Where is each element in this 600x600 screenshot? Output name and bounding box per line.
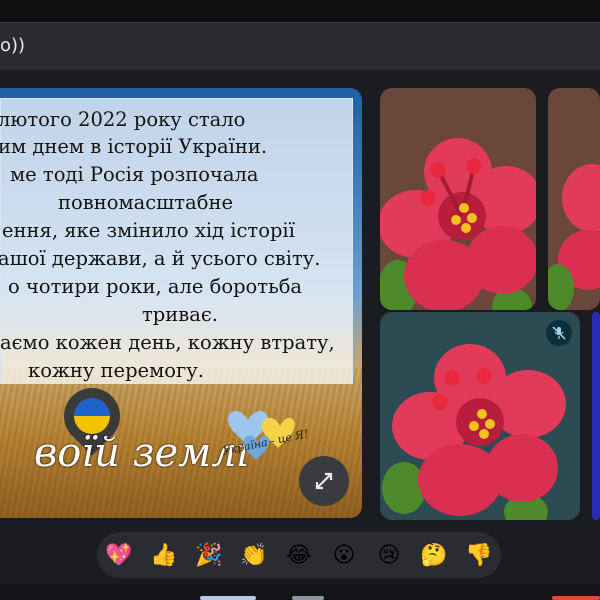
hibiscus-icon (380, 138, 536, 310)
expand-icon (315, 472, 333, 490)
control-button[interactable] (200, 596, 256, 600)
reaction-surprised-button[interactable]: 😮 (323, 534, 365, 576)
party-popper-icon: 🎉 (195, 542, 223, 568)
control-button[interactable] (292, 596, 324, 600)
slide-text-line: кожну перемогу. (28, 359, 204, 382)
thinking-icon: 🤔 (420, 542, 448, 568)
clapping-hands-icon: 👏 (240, 542, 268, 568)
reaction-sparkling-heart-button[interactable]: 💖 (98, 534, 140, 576)
meeting-title: o)) (0, 35, 26, 56)
crying-icon: 😢 (377, 542, 401, 568)
reaction-thumbs-up-button[interactable]: 👍 (143, 534, 185, 576)
slide-text-line: триває. (142, 303, 218, 326)
reaction-party-popper-button[interactable]: 🎉 (188, 534, 230, 576)
mic-off-icon (552, 326, 566, 340)
tears-of-joy-icon: 😂 (286, 542, 312, 568)
hibiscus-icon (548, 164, 600, 310)
participant-tile[interactable] (548, 88, 600, 310)
surprised-icon: 😮 (332, 542, 356, 568)
slide-text-line: о чотири роки, але боротьба (8, 275, 303, 298)
slide-text-line: ення, яке змінило хід історії (2, 219, 295, 242)
mic-off-indicator (546, 320, 572, 346)
reaction-clapping-button[interactable]: 👏 (233, 534, 275, 576)
slide-text-line: им днем в історії України. (0, 135, 268, 158)
ukraine-flag-icon (74, 398, 110, 434)
browser-top-strip (0, 0, 600, 22)
leave-call-button[interactable] (552, 596, 600, 600)
slide-text-line: ме тоді Росія розпочала (10, 163, 259, 186)
slide-text-line: аємо кожен день, кожну втрату, (0, 331, 335, 354)
slide-text-line: повномасштабне (58, 191, 233, 214)
reaction-tears-of-joy-button[interactable]: 😂 (278, 534, 320, 576)
meeting-title-bar: o)) (0, 22, 600, 70)
slide-text-line: ашої держави, а й усього світу. (0, 247, 321, 270)
expand-button[interactable] (299, 456, 349, 506)
reaction-crying-button[interactable]: 😢 (368, 534, 410, 576)
thumbs-down-icon: 👎 (465, 542, 493, 568)
participant-tile[interactable] (592, 312, 600, 520)
sparkling-heart-icon: 💖 (105, 542, 133, 568)
slide-text-line: лютого 2022 року стало (0, 108, 246, 131)
reaction-thinking-button[interactable]: 🤔 (413, 534, 455, 576)
participant-tile[interactable] (380, 88, 536, 310)
thumbs-up-icon: 👍 (150, 542, 178, 568)
reaction-thumbs-down-button[interactable]: 👎 (458, 534, 500, 576)
